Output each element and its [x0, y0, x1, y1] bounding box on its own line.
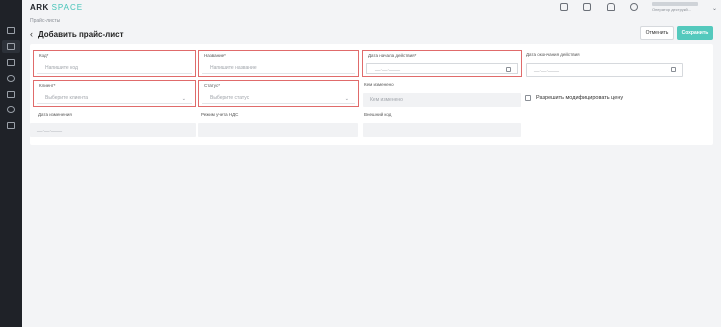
chevron-down-icon[interactable]: ⌄ — [182, 96, 186, 102]
code-input[interactable]: Напишите код — [37, 63, 192, 74]
status-placeholder: Выберите статус — [210, 95, 250, 101]
back-arrow-icon[interactable]: ‹ — [30, 29, 33, 39]
changed-by-input: Кем изменено — [363, 93, 521, 107]
status-label: Статус* — [204, 83, 220, 88]
compass-icon[interactable] — [630, 3, 638, 11]
client-field: Клиент* Выберите клиента ⌄ — [33, 80, 196, 107]
logo-accent: SPACE — [51, 3, 84, 12]
code-label: Код* — [39, 53, 49, 58]
document-icon[interactable] — [7, 122, 15, 129]
change-date-field: Дата изменения __.__.____ — [30, 110, 196, 137]
allow-price-edit-label[interactable]: Разрешить модифицировать цену — [536, 95, 623, 101]
sidebar — [0, 0, 22, 327]
allow-price-edit-checkbox[interactable] — [525, 95, 531, 101]
table-icon[interactable] — [7, 59, 15, 66]
chat-icon[interactable] — [560, 3, 568, 11]
list-icon[interactable] — [7, 43, 15, 50]
change-date-input: __.__.____ — [30, 123, 196, 137]
top-bar — [22, 0, 721, 16]
start-date-field: Дата начала действия* __.__.____ — [362, 50, 522, 77]
bell-icon[interactable] — [607, 3, 615, 11]
logo-main: ARK — [30, 3, 49, 12]
start-date-input[interactable]: __.__.____ — [366, 63, 518, 74]
cancel-button[interactable]: Отменить — [640, 26, 674, 40]
start-date-value: __.__.____ — [375, 65, 401, 72]
settings-icon[interactable] — [7, 106, 15, 113]
vat-mode-label: Режим учета НДС — [201, 112, 239, 117]
name-input[interactable]: Напишите название — [202, 63, 355, 74]
page-header: ‹ Добавить прайс-лист — [30, 28, 124, 40]
chevron-down-icon[interactable]: ⌄ — [712, 5, 717, 12]
name-label: Название* — [204, 53, 226, 58]
end-date-field: Дата окончания действия __.__.____ — [523, 50, 683, 77]
calendar-icon[interactable] — [506, 67, 511, 72]
end-date-value: __.__.____ — [534, 67, 560, 73]
breadcrumb[interactable]: Прайс-листы — [30, 18, 60, 24]
apps-icon[interactable] — [583, 3, 591, 11]
chart-icon[interactable] — [7, 91, 15, 98]
start-date-label: Дата начала действия* — [368, 53, 417, 58]
end-date-input[interactable]: __.__.____ — [526, 63, 683, 77]
external-code-field: Внешний код — [363, 110, 521, 137]
user-name-redacted — [652, 2, 698, 6]
clock-icon[interactable] — [7, 75, 15, 82]
external-code-label: Внешний код — [364, 112, 392, 117]
change-date-label: Дата изменения — [38, 112, 72, 117]
calendar-icon[interactable] — [671, 67, 676, 72]
status-select[interactable]: Выберите статус ⌄ — [202, 93, 355, 104]
client-placeholder: Выберите клиента — [45, 95, 89, 101]
name-field: Название* Напишите название — [198, 50, 359, 77]
external-code-input — [363, 123, 521, 137]
end-date-label: Дата окончания действия — [526, 52, 580, 57]
code-field: Код* Напишите код — [33, 50, 196, 77]
chevron-down-icon[interactable]: ⌄ — [345, 96, 349, 102]
page-title: Добавить прайс-лист — [38, 29, 124, 39]
user-menu[interactable]: Оператор деструкй... — [652, 2, 698, 12]
save-button[interactable]: Сохранить — [677, 26, 713, 40]
app-logo[interactable]: ARK SPACE — [30, 3, 83, 12]
status-field: Статус* Выберите статус ⌄ — [198, 80, 359, 107]
client-label: Клиент* — [39, 83, 56, 88]
allow-price-edit-row[interactable]: Разрешить модифицировать цену — [525, 95, 623, 101]
grid-icon[interactable] — [7, 27, 15, 34]
client-select[interactable]: Выберите клиента ⌄ — [37, 93, 192, 104]
changed-by-field: Кем изменено Кем изменено — [363, 80, 521, 107]
changed-by-label: Кем изменено — [364, 82, 394, 87]
user-role: Оператор деструкй... — [652, 7, 692, 12]
vat-mode-field: Режим учета НДС — [198, 110, 358, 137]
vat-mode-input — [198, 123, 358, 137]
